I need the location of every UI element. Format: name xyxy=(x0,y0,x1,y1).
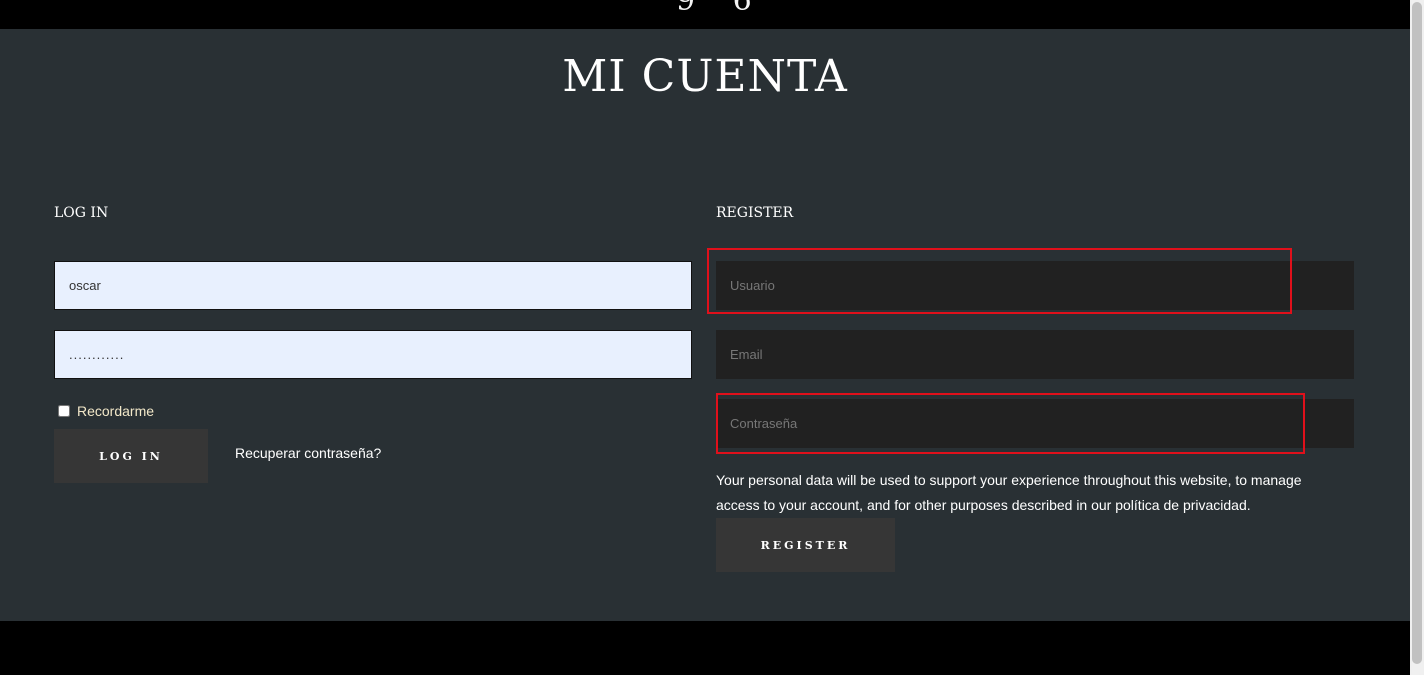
lost-password-link[interactable]: Recuperar contraseña? xyxy=(235,445,381,461)
register-button[interactable]: REGISTER xyxy=(716,518,895,572)
page-title: MI CUENTA xyxy=(562,51,848,102)
page: 9 6 MI CUENTA LOG IN Recordarme LOG IN R… xyxy=(0,0,1424,675)
login-heading: LOG IN xyxy=(54,205,109,221)
remember-me-label: Recordarme xyxy=(77,403,155,419)
login-button[interactable]: LOG IN xyxy=(54,429,208,483)
register-email-input[interactable] xyxy=(716,330,1354,379)
top-bar: 9 6 xyxy=(0,0,1410,29)
privacy-notice: Your personal data will be used to suppo… xyxy=(716,468,1346,518)
register-heading: REGISTER xyxy=(716,205,794,221)
privacy-text-after: . xyxy=(1246,497,1251,513)
login-username-input[interactable] xyxy=(54,261,692,310)
remember-me-checkbox[interactable] xyxy=(58,405,70,417)
register-username-input[interactable] xyxy=(716,261,1354,310)
register-password-input[interactable] xyxy=(716,399,1354,448)
login-password-input[interactable] xyxy=(54,330,692,379)
site-logo[interactable]: 9 6 xyxy=(676,0,766,16)
privacy-policy-link[interactable]: política de privacidad xyxy=(1115,497,1247,513)
remember-me-row[interactable]: Recordarme xyxy=(58,403,154,419)
scrollbar-thumb[interactable] xyxy=(1412,2,1422,664)
footer-bar xyxy=(0,621,1410,675)
my-account-section: MI CUENTA LOG IN Recordarme LOG IN Recup… xyxy=(0,29,1410,621)
